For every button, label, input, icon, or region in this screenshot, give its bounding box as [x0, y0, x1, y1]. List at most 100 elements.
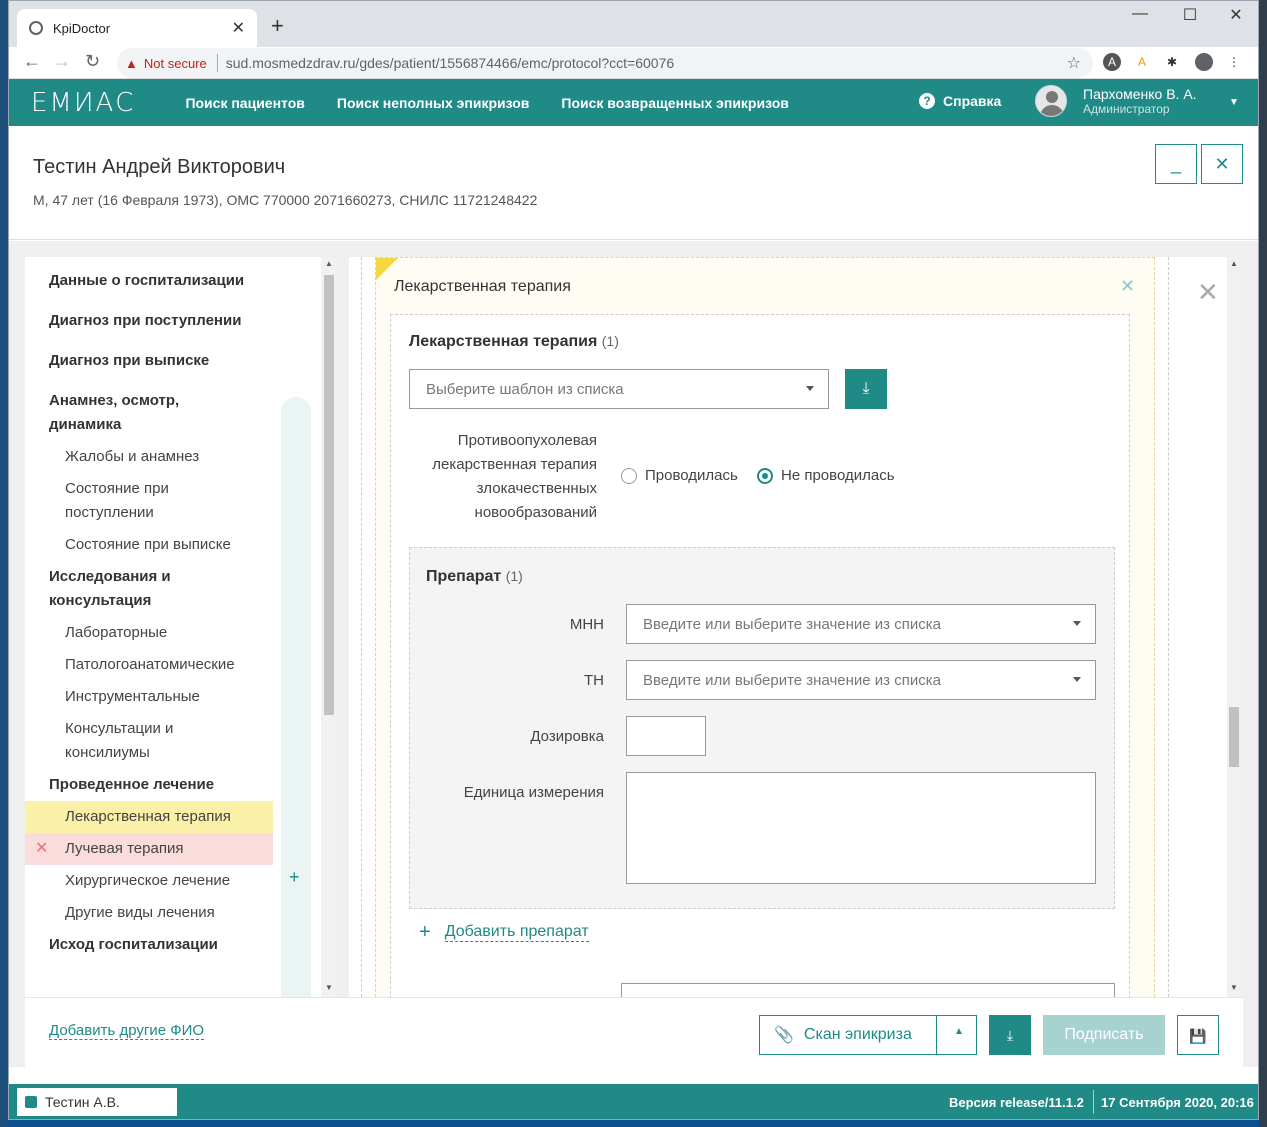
- help-link[interactable]: ? Справка: [919, 93, 1001, 109]
- app-header: ЕМИАС Поиск пациентов Поиск неполных эпи…: [9, 79, 1258, 126]
- scroll-down-icon[interactable]: ▼: [1230, 983, 1238, 992]
- user-menu[interactable]: Пархоменко В. А. Администратор: [1035, 85, 1197, 117]
- omnibox-separator: [216, 54, 218, 72]
- nav-patient-search[interactable]: Поиск пациентов: [185, 95, 304, 111]
- radio-circle-selected[interactable]: [757, 467, 773, 484]
- add-drug-label: Добавить препарат: [444, 923, 589, 942]
- close-window-icon[interactable]: ✕: [1213, 5, 1258, 25]
- sidebar-item-other-treatment[interactable]: Другие виды лечения: [25, 897, 273, 929]
- section-title: Лекарственная терапия: [394, 278, 571, 295]
- status-bar: Тестин А.В. Версия release/11.1.2 17 Сен…: [9, 1084, 1258, 1119]
- action-bar: Добавить другие ФИО 📎 Скан эпикриза ▲ ⤓ …: [25, 997, 1243, 1067]
- sidebar-item-outcome[interactable]: Исход госпитализации: [25, 929, 273, 961]
- nav-returned-epicrisis[interactable]: Поиск возвращенных эпикризов: [561, 95, 788, 111]
- sidebar-item-complaints[interactable]: Жалобы и анамнез: [25, 441, 273, 473]
- forward-icon[interactable]: →: [53, 51, 71, 72]
- sidebar-scrollbar[interactable]: ▲ ▼: [321, 257, 337, 997]
- chevron-up-icon[interactable]: ▲: [954, 1026, 964, 1037]
- radio-performed[interactable]: Проводилась: [621, 467, 738, 484]
- sidebar-item-research[interactable]: Исследования и консультация: [25, 561, 273, 617]
- form-scroll-thumb[interactable]: [1229, 707, 1239, 767]
- avatar: [1035, 85, 1067, 117]
- sidebar-item-drug-therapy[interactable]: Лекарственная терапия: [25, 801, 273, 833]
- new-tab-button[interactable]: +: [271, 13, 284, 39]
- download-button[interactable]: ⤓: [989, 1015, 1031, 1055]
- sidebar-scroll-thumb[interactable]: [324, 275, 334, 715]
- puzzle-icon[interactable]: ✱: [1163, 53, 1181, 71]
- user-name: Пархоменко В. А.: [1083, 86, 1197, 102]
- sidebar: Данные о госпитализации Диагноз при пост…: [25, 257, 337, 997]
- template-select[interactable]: Выберите шаблон из списка: [409, 369, 829, 409]
- sidebar-item-instrumental[interactable]: Инструментальные: [25, 681, 273, 713]
- scroll-down-icon[interactable]: ▼: [325, 983, 333, 992]
- sidebar-item-pathology[interactable]: Патологоанатомические: [25, 649, 273, 681]
- user-role: Администратор: [1083, 102, 1170, 116]
- radio-performed-label: Проводилась: [645, 467, 738, 484]
- add-other-names-link[interactable]: Добавить другие ФИО: [49, 1022, 205, 1040]
- minimize-window-icon[interactable]: —: [1117, 5, 1163, 23]
- dropdown-arrow-icon: [806, 386, 814, 391]
- nav-incomplete-epicrisis[interactable]: Поиск неполных эпикризов: [337, 95, 530, 111]
- plus-icon[interactable]: +: [289, 867, 300, 888]
- save-icon[interactable]: 💾: [1177, 1015, 1219, 1055]
- not-secure-label[interactable]: Not secure: [144, 56, 207, 71]
- scan-epicrisis-button[interactable]: 📎 Скан эпикриза ▲: [759, 1015, 977, 1055]
- add-drug-link[interactable]: + Добавить препарат: [419, 921, 589, 944]
- sidebar-item-discharge-diagnosis[interactable]: Диагноз при выписке: [25, 345, 273, 377]
- sidebar-item-admission-diagnosis[interactable]: Диагноз при поступлении: [25, 305, 273, 337]
- globe-icon: [29, 21, 43, 35]
- dose-input[interactable]: [626, 716, 706, 756]
- template-select-placeholder: Выберите шаблон из списка: [426, 380, 624, 398]
- patient-name: Тестин Андрей Викторович: [33, 156, 286, 178]
- download-template-button[interactable]: ⤓: [845, 369, 887, 409]
- current-user-chip[interactable]: Тестин А.В.: [17, 1088, 177, 1116]
- sidebar-item-consultations[interactable]: Консультации и консилиумы: [25, 713, 273, 769]
- omnibox[interactable]: ▲ Not secure sud.mosmedzdrav.ru/gdes/pat…: [117, 48, 1093, 78]
- close-tab-icon[interactable]: ✕: [232, 18, 245, 38]
- form-scrollbar[interactable]: ▲ ▼: [1227, 257, 1239, 997]
- partial-input[interactable]: [621, 983, 1115, 997]
- back-icon[interactable]: ←: [23, 51, 41, 72]
- sidebar-item-hospitalization[interactable]: Данные о госпитализации: [25, 265, 273, 297]
- sidebar-item-radiation-therapy[interactable]: ✕ Лучевая терапия: [25, 833, 273, 865]
- sidebar-item-admission-state[interactable]: Состояние при поступлении: [25, 473, 273, 529]
- bookmark-star-icon[interactable]: ☆: [1067, 53, 1081, 73]
- unit-textarea[interactable]: [626, 772, 1096, 884]
- scroll-up-icon[interactable]: ▲: [325, 259, 333, 268]
- extension-icon[interactable]: A: [1103, 53, 1121, 71]
- plus-icon: +: [419, 921, 431, 943]
- address-bar: ← → ↻ ▲ Not secure sud.mosmedzdrav.ru/gd…: [9, 47, 1258, 79]
- profile-icon[interactable]: [1195, 53, 1213, 71]
- section-corner-marker: [376, 258, 398, 280]
- chevron-down-icon[interactable]: ▼: [1229, 97, 1239, 108]
- mnn-label: МНН: [569, 616, 604, 633]
- sidebar-item-laboratory[interactable]: Лабораторные: [25, 617, 273, 649]
- minimize-patient-button[interactable]: _: [1155, 144, 1197, 184]
- scroll-up-icon[interactable]: ▲: [1230, 259, 1238, 268]
- reload-icon[interactable]: ↻: [85, 51, 100, 72]
- tn-select[interactable]: Введите или выберите значение из списка: [626, 660, 1096, 700]
- menu-kebab-icon[interactable]: ⋮: [1225, 53, 1243, 71]
- emias-logo[interactable]: ЕМИАС: [31, 88, 135, 118]
- desktop-background: [0, 0, 8, 1127]
- extension-icon-2[interactable]: A: [1133, 53, 1151, 71]
- radio-circle[interactable]: [621, 467, 637, 484]
- browser-tab[interactable]: KpiDoctor ✕: [17, 9, 257, 47]
- dropdown-arrow-icon: [1073, 621, 1081, 626]
- close-icon[interactable]: ✕: [1120, 276, 1135, 297]
- mnn-select[interactable]: Введите или выберите значение из списка: [626, 604, 1096, 644]
- block-title: Лекарственная терапия (1): [409, 333, 619, 351]
- radio-not-performed[interactable]: Не проводилась: [757, 467, 895, 484]
- sidebar-item-surgical[interactable]: Хирургическое лечение: [25, 865, 273, 897]
- url-text[interactable]: sud.mosmedzdrav.ru/gdes/patient/15568744…: [226, 55, 1067, 71]
- main-area: Данные о госпитализации Диагноз при пост…: [9, 241, 1258, 1067]
- sign-button[interactable]: Подписать: [1043, 1015, 1165, 1055]
- sidebar-item-treatment[interactable]: Проведенное лечение: [25, 769, 273, 801]
- close-panel-icon[interactable]: ✕: [1197, 277, 1219, 308]
- sidebar-item-discharge-state[interactable]: Состояние при выписке: [25, 529, 273, 561]
- tn-label: ТН: [584, 672, 604, 689]
- drug-count: (1): [505, 568, 523, 584]
- maximize-window-icon[interactable]: ☐: [1167, 5, 1213, 25]
- close-patient-button[interactable]: ✕: [1201, 144, 1243, 184]
- sidebar-item-anamnesis[interactable]: Анамнез, осмотр, динамика: [25, 385, 273, 441]
